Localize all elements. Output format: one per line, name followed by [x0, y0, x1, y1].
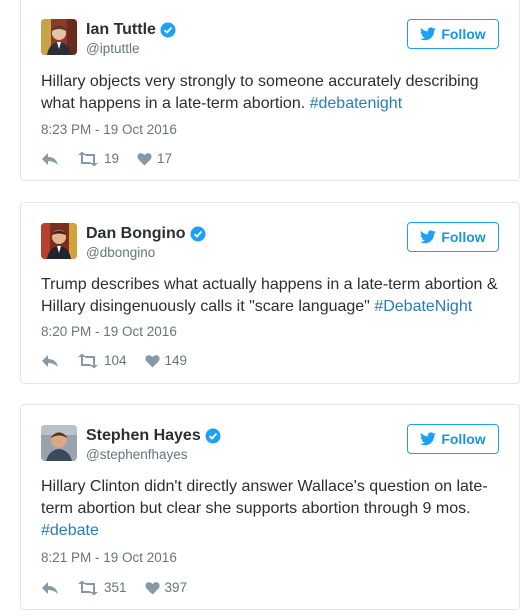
- user-name-row: Dan Bongino: [86, 225, 206, 243]
- follow-button[interactable]: Follow: [407, 424, 499, 454]
- twitter-bird-icon: [420, 432, 437, 446]
- follow-button[interactable]: Follow: [407, 19, 499, 49]
- tweet-card: Dan Bongino @dbongino Follow Trump descr…: [20, 202, 520, 384]
- user-name[interactable]: Dan Bongino: [86, 225, 186, 243]
- heart-icon: [144, 354, 160, 367]
- hashtag-link[interactable]: #debate: [41, 522, 99, 539]
- tweet-actions: 104 149: [41, 353, 205, 368]
- follow-button[interactable]: Follow: [407, 222, 499, 252]
- avatar[interactable]: [41, 223, 77, 259]
- tweet-body: Hillary Clinton didn't directly answer W…: [41, 478, 488, 517]
- twitter-bird-icon: [420, 230, 437, 244]
- retweet-button[interactable]: 351: [77, 580, 127, 595]
- follow-label: Follow: [441, 229, 486, 245]
- like-button[interactable]: 149: [144, 353, 188, 368]
- tweet-timestamp[interactable]: 8:20 PM - 19 Oct 2016: [41, 324, 177, 339]
- user-name[interactable]: Ian Tuttle: [86, 21, 156, 39]
- reply-button[interactable]: [41, 581, 59, 595]
- retweet-count: 19: [104, 151, 120, 166]
- retweet-icon: [78, 353, 98, 368]
- reply-icon: [42, 354, 58, 367]
- retweet-button[interactable]: 104: [77, 353, 127, 368]
- heart-icon: [137, 152, 152, 165]
- like-count: 397: [164, 580, 188, 595]
- like-button[interactable]: 17: [137, 151, 172, 166]
- user-name-row: Stephen Hayes: [86, 427, 221, 445]
- tweet-text: Hillary Clinton didn't directly answer W…: [41, 476, 501, 542]
- tweet-text: Hillary objects very strongly to someone…: [41, 71, 501, 115]
- follow-label: Follow: [441, 431, 486, 447]
- retweet-icon: [78, 580, 98, 595]
- retweet-count: 351: [104, 580, 127, 595]
- avatar[interactable]: [41, 19, 77, 55]
- reply-button[interactable]: [41, 152, 59, 166]
- retweet-icon: [78, 151, 98, 166]
- heart-icon: [144, 581, 160, 594]
- user-name-row: Ian Tuttle: [86, 21, 176, 39]
- tweet-body: Hillary objects very strongly to someone…: [41, 73, 479, 112]
- retweet-button[interactable]: 19: [77, 151, 119, 166]
- verified-badge-icon: [190, 226, 206, 242]
- verified-badge-icon: [205, 428, 221, 444]
- avatar[interactable]: [41, 425, 77, 461]
- like-button[interactable]: 397: [144, 580, 188, 595]
- reply-button[interactable]: [41, 354, 59, 368]
- tweet-text: Trump describes what actually happens in…: [41, 274, 501, 318]
- user-handle[interactable]: @dbongino: [86, 245, 155, 260]
- twitter-bird-icon: [420, 27, 437, 41]
- user-handle[interactable]: @stephenfhayes: [86, 447, 188, 462]
- follow-label: Follow: [441, 26, 486, 42]
- reply-icon: [42, 152, 58, 165]
- hashtag-link[interactable]: #DebateNight: [374, 298, 472, 315]
- tweet-actions: 351 397: [41, 580, 205, 595]
- tweet-card: Ian Tuttle @iptuttle Follow Hillary obje…: [20, 0, 520, 181]
- like-count: 17: [157, 151, 173, 166]
- user-name[interactable]: Stephen Hayes: [86, 427, 201, 445]
- tweet-timestamp[interactable]: 8:23 PM - 19 Oct 2016: [41, 122, 177, 137]
- retweet-count: 104: [104, 353, 127, 368]
- tweet-actions: 19 17: [41, 151, 190, 166]
- hashtag-link[interactable]: #debatenight: [310, 95, 403, 112]
- like-count: 149: [164, 353, 188, 368]
- verified-badge-icon: [160, 22, 176, 38]
- tweet-timestamp[interactable]: 8:21 PM - 19 Oct 2016: [41, 550, 177, 565]
- user-handle[interactable]: @iptuttle: [86, 41, 139, 56]
- reply-icon: [42, 581, 58, 594]
- tweet-card: Stephen Hayes @stephenfhayes Follow Hill…: [20, 404, 520, 610]
